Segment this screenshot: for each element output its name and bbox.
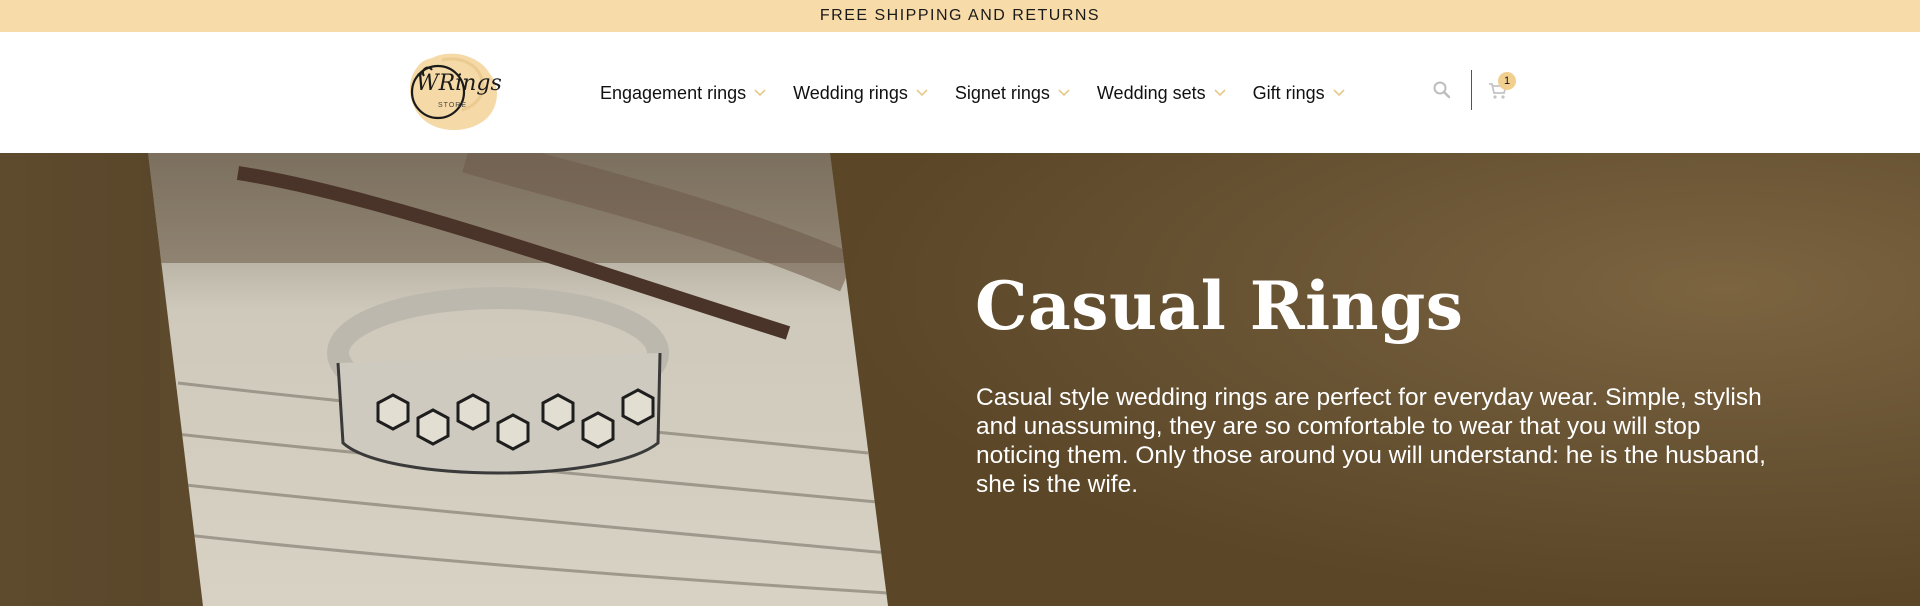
site-header: WRings STORE Engagement rings Wedding ri… — [0, 32, 1920, 153]
nav-item-wedding-sets[interactable]: Wedding sets — [1097, 83, 1226, 104]
nav-item-wedding-rings[interactable]: Wedding rings — [793, 83, 928, 104]
announcement-bar: FREE SHIPPING AND RETURNS — [0, 0, 1920, 32]
nav-item-label: Gift rings — [1252, 82, 1325, 103]
chevron-down-icon — [1214, 89, 1226, 97]
nav-item-engagement-rings[interactable]: Engagement rings — [600, 83, 766, 104]
logo-subtext: STORE — [438, 102, 467, 109]
hero-background-image — [830, 153, 1920, 606]
nav-item-label: Signet rings — [954, 82, 1050, 103]
chevron-down-icon — [1058, 89, 1070, 97]
search-icon[interactable] — [1432, 80, 1452, 100]
nav-item-signet-rings[interactable]: Signet rings — [955, 83, 1070, 104]
logo-text: WRings — [416, 71, 502, 96]
announcement-text: FREE SHIPPING AND RETURNS — [819, 7, 1101, 24]
nav-item-gift-rings[interactable]: Gift rings — [1253, 83, 1345, 104]
header-divider — [1471, 70, 1472, 110]
hero-title: Casual Rings — [975, 267, 1464, 345]
hero-banner: Casual Rings Casual style wedding rings … — [0, 153, 1920, 606]
nav-item-label: Wedding sets — [1096, 82, 1206, 103]
nav-item-label: Wedding rings — [793, 82, 908, 103]
hero-left-strip — [0, 153, 160, 606]
chevron-down-icon — [916, 89, 928, 97]
ring-photo — [148, 153, 888, 606]
logo[interactable]: WRings STORE — [402, 46, 504, 136]
nav-item-label: Engagement rings — [600, 82, 747, 103]
main-nav: Engagement rings Wedding rings Signet ri… — [600, 78, 1372, 108]
chevron-down-icon — [1333, 89, 1345, 97]
hero-description: Casual style wedding rings are perfect f… — [976, 384, 1766, 498]
chevron-down-icon — [754, 89, 766, 97]
cart-count-badge: 1 — [1498, 72, 1516, 90]
